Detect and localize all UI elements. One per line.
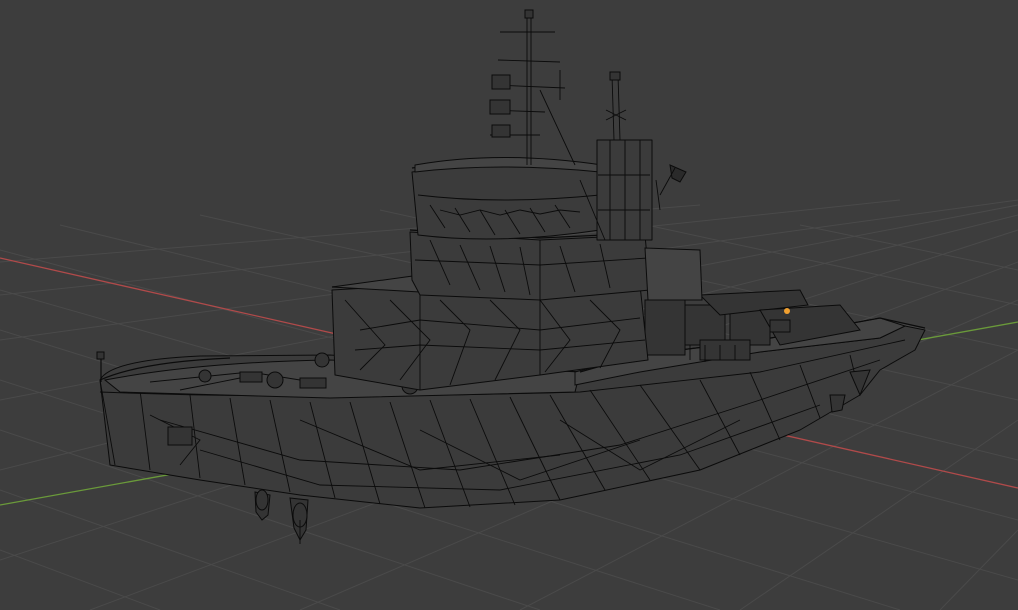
hull-hatch [167, 426, 193, 446]
object-origin-icon[interactable] [784, 308, 790, 314]
flag-icon [655, 164, 687, 211]
funnel[interactable] [596, 139, 653, 241]
exhaust-mast [605, 71, 627, 141]
middle-superstructure[interactable] [409, 231, 651, 301]
3d-viewport[interactable] [0, 0, 1018, 610]
viewport-canvas[interactable] [0, 0, 1018, 610]
bow-light [96, 351, 105, 360]
side-deckhouse [644, 247, 703, 301]
bridge[interactable] [411, 165, 606, 240]
